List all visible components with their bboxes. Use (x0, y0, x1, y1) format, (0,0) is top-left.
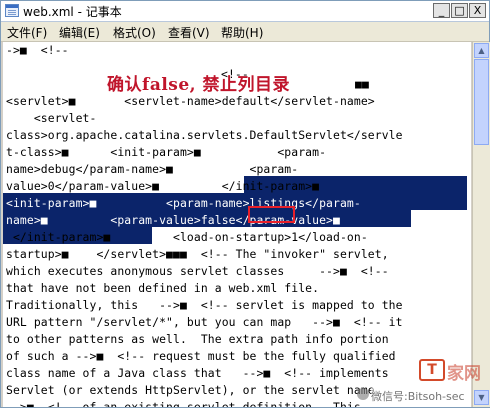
code-line: value>0</param-value>■ </init-param>■ (6, 179, 320, 193)
code-line: which executes anonymous servlet classes… (6, 264, 389, 278)
scroll-up-arrow-icon[interactable]: ▲ (474, 43, 489, 58)
code-line: that have not been defined in a web.xml … (6, 281, 320, 295)
menu-bar: 文件(F) 编辑(E) 格式(O) 查看(V) 帮助(H) (1, 22, 489, 42)
wechat-icon (357, 388, 369, 400)
code-line: t-class>■ <init-param>■ <param- (6, 145, 327, 159)
code-line-selected: <init-param>■ <param-name>listings</para… (6, 196, 361, 210)
menu-view[interactable]: 查看(V) (168, 24, 210, 41)
scroll-thumb[interactable] (474, 59, 489, 145)
code-line: <servlet- (6, 111, 97, 125)
text-editor[interactable]: ->■ <!-- <!-- ■■ <servlet>■ <servlet-nam… (3, 42, 471, 407)
code-line: Servlet (or extends HttpServlet), or the… (6, 383, 375, 397)
notepad-icon (5, 4, 19, 17)
menu-file[interactable]: 文件(F) (7, 24, 47, 41)
code-line-overlap: ■■ (355, 77, 369, 91)
code-line: startup>■ </servlet>■■■ <!-- The "invoke… (6, 247, 389, 261)
vertical-scrollbar[interactable]: ▲ ▼ (472, 42, 490, 407)
false-highlight-box (248, 206, 295, 223)
menu-edit[interactable]: 编辑(E) (59, 24, 100, 41)
scroll-down-arrow-icon[interactable]: ▼ (474, 390, 489, 405)
menu-help[interactable]: 帮助(H) (221, 24, 263, 41)
title-bar[interactable]: web.xml - 记事本 _ □ X (1, 1, 489, 22)
menu-format[interactable]: 格式(O) (113, 24, 156, 41)
code-line: name>debug</param-name>■ <param- (6, 162, 299, 176)
code-line: <servlet>■ <servlet-name>default</servle… (6, 94, 375, 108)
watermark-site-text: 家网 (447, 364, 481, 384)
code-line: </init-param>■ <load-on-startup>1</load-… (6, 230, 368, 244)
minimize-button[interactable]: _ (433, 3, 450, 18)
code-line: class>org.apache.catalina.servlets.Defau… (6, 128, 403, 142)
code-line: ->■ <!-- (6, 43, 69, 57)
code-line: URL pattern "/servlet/*", but you can ma… (6, 315, 403, 329)
code-line: class name of a Java class that -->■ <!-… (6, 366, 389, 380)
code-line: Traditionally, this -->■ <!-- servlet is… (6, 298, 403, 312)
watermark-account: 微信号:Bitsoh-sec (371, 388, 465, 404)
code-line: of such a -->■ <!-- request must be the … (6, 349, 396, 363)
annotation-caption: 确认false, 禁止列目录 (107, 75, 291, 95)
code-line: to other patterns as well. The extra pat… (6, 332, 389, 346)
code-line: -->■ <!-- of an existing servlet definit… (6, 400, 361, 407)
window-title: web.xml - 记事本 (23, 5, 122, 19)
maximize-button[interactable]: □ (451, 3, 468, 18)
notepad-window: web.xml - 记事本 _ □ X 文件(F) 编辑(E) 格式(O) 查看… (0, 0, 490, 408)
close-button[interactable]: X (469, 3, 486, 18)
watermark-logo: T (419, 359, 445, 381)
